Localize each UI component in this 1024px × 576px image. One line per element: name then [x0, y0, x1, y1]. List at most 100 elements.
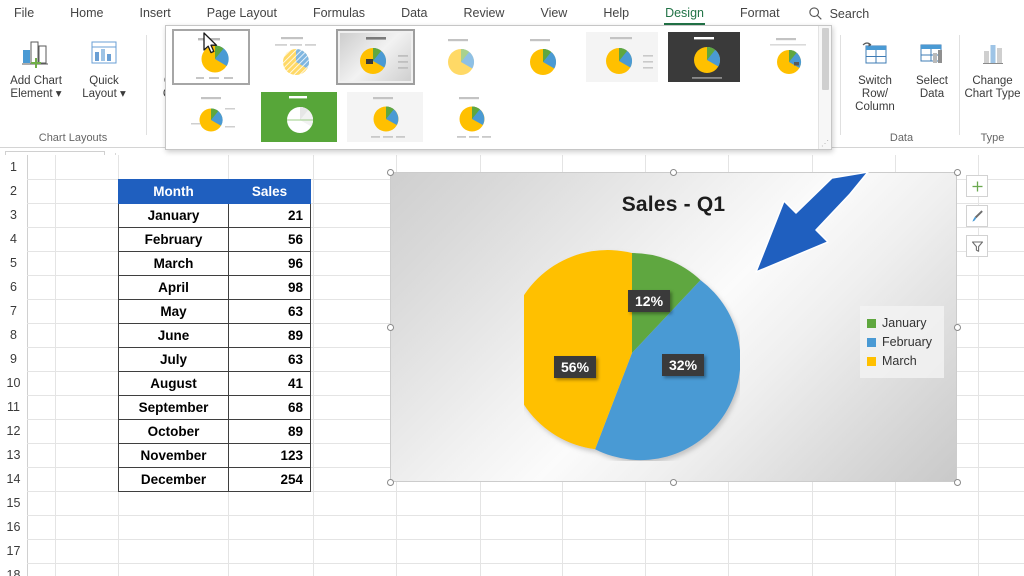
row-header[interactable]: 1 [0, 155, 27, 179]
legend-item-march[interactable]: March [867, 354, 940, 368]
change-chart-type-button[interactable]: Change Chart Type [961, 33, 1024, 101]
row-header[interactable]: 18 [0, 563, 27, 576]
gallery-item-style-4[interactable] [419, 29, 497, 85]
cell-sales[interactable]: 63 [228, 347, 311, 372]
table-row[interactable]: August 41 [118, 371, 311, 396]
legend-item-february[interactable]: February [867, 335, 940, 349]
tab-file[interactable]: File [14, 6, 34, 22]
gallery-item-style-5[interactable] [501, 29, 579, 85]
cell-sales[interactable]: 98 [228, 275, 311, 300]
cell-sales[interactable]: 96 [228, 251, 311, 276]
tab-view[interactable]: View [540, 6, 567, 22]
cell-month[interactable]: January [118, 203, 229, 228]
legend-item-january[interactable]: January [867, 316, 940, 330]
gallery-item-style-2[interactable] [254, 29, 332, 85]
row-header[interactable]: 13 [0, 443, 27, 467]
chart-elements-button[interactable] [966, 175, 988, 197]
search-box[interactable]: Search [808, 6, 869, 21]
gallery-item-style-6[interactable] [583, 29, 661, 85]
selection-handle-middle-right[interactable] [954, 324, 961, 331]
cell-month[interactable]: July [118, 347, 229, 372]
tab-home[interactable]: Home [70, 6, 103, 22]
gallery-scrollbar[interactable] [818, 26, 831, 149]
gallery-resize-grip[interactable]: ⋰ [821, 139, 829, 148]
cell-sales[interactable]: 63 [228, 299, 311, 324]
selection-handle-top-right[interactable] [954, 169, 961, 176]
table-row[interactable]: November 123 [118, 443, 311, 468]
quick-layout-button[interactable]: Quick Layout ▾ [70, 33, 138, 101]
table-row[interactable]: April 98 [118, 275, 311, 300]
row-header[interactable]: 9 [0, 347, 27, 371]
cell-sales[interactable]: 254 [228, 467, 311, 492]
selection-handle-bottom-left[interactable] [387, 479, 394, 486]
row-header[interactable]: 7 [0, 299, 27, 323]
row-header[interactable]: 14 [0, 467, 27, 491]
gallery-scrollbar-thumb[interactable] [822, 28, 829, 90]
row-header[interactable]: 5 [0, 251, 27, 275]
column-header-month[interactable]: Month [118, 179, 229, 204]
switch-row-column-button[interactable]: Switch Row/ Column [844, 33, 906, 114]
table-row[interactable]: February 56 [118, 227, 311, 252]
selection-handle-bottom-right[interactable] [954, 479, 961, 486]
cell-month[interactable]: November [118, 443, 229, 468]
tab-insert[interactable]: Insert [140, 6, 171, 22]
cell-month[interactable]: March [118, 251, 229, 276]
cell-month[interactable]: April [118, 275, 229, 300]
gallery-item-style-10[interactable] [258, 89, 340, 145]
cell-month[interactable]: June [118, 323, 229, 348]
selection-handle-top-left[interactable] [387, 169, 394, 176]
data-label-february[interactable]: 32% [662, 354, 705, 376]
tab-data[interactable]: Data [401, 6, 427, 22]
table-row[interactable]: December 254 [118, 467, 311, 492]
tab-help[interactable]: Help [603, 6, 629, 22]
chart-styles-gallery[interactable]: ⋰ [165, 25, 832, 150]
row-header[interactable]: 12 [0, 419, 27, 443]
tab-design[interactable]: Design [664, 6, 705, 26]
table-row[interactable]: October 89 [118, 419, 311, 444]
tab-format[interactable]: Format [740, 6, 780, 22]
cell-month[interactable]: August [118, 371, 229, 396]
row-header[interactable]: 11 [0, 395, 27, 419]
row-header[interactable]: 3 [0, 203, 27, 227]
tab-review[interactable]: Review [463, 6, 504, 22]
table-row[interactable]: June 89 [118, 323, 311, 348]
cell-month[interactable]: September [118, 395, 229, 420]
table-row[interactable]: July 63 [118, 347, 311, 372]
cell-month[interactable]: May [118, 299, 229, 324]
cell-month[interactable]: December [118, 467, 229, 492]
select-data-button[interactable]: Select Data [906, 33, 958, 101]
cell-sales[interactable]: 21 [228, 203, 311, 228]
chart-filters-button[interactable] [966, 235, 988, 257]
row-header[interactable]: 16 [0, 515, 27, 539]
sales-data-table[interactable]: Month Sales January 21 February 56 March 96… [118, 179, 311, 492]
cell-month[interactable]: February [118, 227, 229, 252]
gallery-item-style-11[interactable] [344, 89, 426, 145]
selection-handle-top-center[interactable] [670, 169, 677, 176]
cell-month[interactable]: October [118, 419, 229, 444]
table-row[interactable]: September 68 [118, 395, 311, 420]
row-header[interactable]: 6 [0, 275, 27, 299]
table-row[interactable]: January 21 [118, 203, 311, 228]
pie-plot-area[interactable] [507, 245, 741, 461]
selection-handle-bottom-center[interactable] [670, 479, 677, 486]
tab-page-layout[interactable]: Page Layout [207, 6, 277, 22]
add-chart-element-button[interactable]: Add Chart Element ▾ [2, 33, 70, 101]
cell-sales[interactable]: 41 [228, 371, 311, 396]
data-label-march[interactable]: 56% [554, 356, 597, 378]
cell-sales[interactable]: 123 [228, 443, 311, 468]
cell-sales[interactable]: 68 [228, 395, 311, 420]
gallery-item-style-12[interactable] [430, 89, 512, 145]
cell-sales[interactable]: 89 [228, 323, 311, 348]
cell-sales[interactable]: 56 [228, 227, 311, 252]
gallery-item-style-7[interactable] [665, 29, 743, 85]
row-header[interactable]: 10 [0, 371, 27, 395]
row-header[interactable]: 2 [0, 179, 27, 203]
chart-legend[interactable]: January February March [860, 306, 944, 378]
table-row[interactable]: March 96 [118, 251, 311, 276]
tab-formulas[interactable]: Formulas [313, 6, 365, 22]
gallery-item-style-9[interactable] [172, 89, 254, 145]
row-header[interactable]: 15 [0, 491, 27, 515]
selection-handle-middle-left[interactable] [387, 324, 394, 331]
column-header-sales[interactable]: Sales [228, 179, 311, 204]
row-header[interactable]: 8 [0, 323, 27, 347]
